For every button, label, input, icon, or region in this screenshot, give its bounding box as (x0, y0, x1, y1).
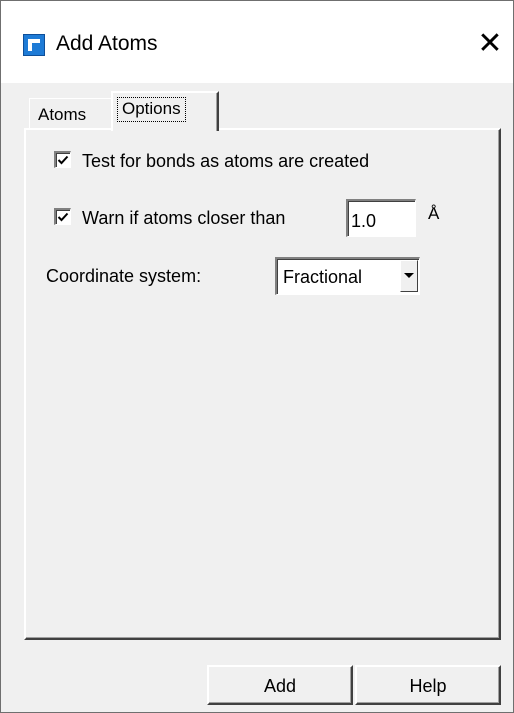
app-icon (23, 34, 45, 56)
coordinate-system-value: Fractional (283, 267, 363, 287)
tab-atoms-label: Atoms (38, 105, 87, 124)
window-title: Add Atoms (56, 32, 158, 55)
tab-atoms[interactable]: Atoms (29, 98, 113, 129)
test-bonds-checkbox[interactable] (54, 151, 71, 168)
add-button[interactable]: Add (207, 665, 353, 705)
options-panel: Test for bonds as atoms are created Warn… (24, 128, 501, 640)
test-bonds-label: Test for bonds as atoms are created (82, 151, 370, 171)
coordinate-system-select[interactable]: Fractional (275, 257, 420, 295)
coordinate-system-label: Coordinate system: (46, 266, 202, 286)
warn-closer-checkbox[interactable] (54, 208, 71, 225)
checkmark-icon (57, 212, 69, 222)
angstrom-unit: Å (428, 204, 440, 223)
warn-closer-label: Warn if atoms closer than (82, 208, 286, 228)
add-atoms-dialog: Add Atoms ✕ Atoms Options Test for bonds… (0, 0, 514, 713)
title-bar[interactable]: Add Atoms ✕ (1, 1, 513, 83)
dropdown-arrow-icon[interactable] (400, 260, 418, 292)
tab-options-label: Options (117, 97, 186, 122)
checkmark-icon (57, 155, 69, 165)
help-button[interactable]: Help (355, 665, 501, 705)
tab-options[interactable]: Options (111, 91, 219, 131)
distance-input[interactable]: 1.0 (346, 199, 416, 237)
close-icon[interactable]: ✕ (475, 29, 505, 59)
